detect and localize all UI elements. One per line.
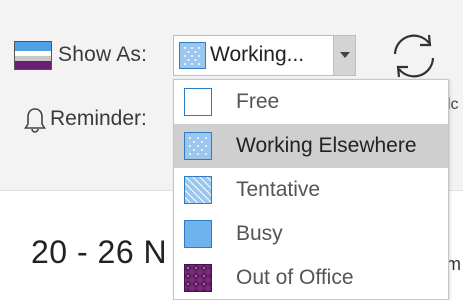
sync-icon[interactable]	[385, 27, 443, 85]
busy-swatch-icon	[184, 220, 212, 248]
show-as-dropdown[interactable]: Working...	[173, 35, 356, 76]
reminder-label: Reminder:	[50, 107, 147, 130]
working-elsewhere-swatch-icon	[184, 132, 212, 160]
menu-item-label: Tentative	[236, 178, 321, 201]
show-as-menu: Free Working Elsewhere Tentative Busy Ou…	[173, 79, 449, 300]
tentative-swatch-icon	[184, 176, 212, 204]
bell-icon	[24, 108, 46, 133]
out-of-office-swatch-icon	[184, 264, 212, 292]
menu-item-out-of-office[interactable]: Out of Office	[174, 256, 448, 300]
menu-item-busy[interactable]: Busy	[174, 212, 448, 256]
menu-item-label: Working Elsewhere	[236, 134, 417, 157]
menu-item-label: Out of Office	[236, 266, 354, 289]
menu-item-label: Busy	[236, 222, 283, 245]
calendar-date-range: 20 - 26 N	[31, 234, 168, 270]
show-as-label: Show As:	[58, 43, 148, 66]
menu-item-working-elsewhere[interactable]: Working Elsewhere	[174, 124, 448, 168]
chevron-down-icon	[340, 52, 350, 58]
free-swatch-icon	[184, 88, 212, 116]
show-as-icon	[14, 41, 52, 70]
menu-item-label: Free	[236, 90, 280, 113]
menu-item-tentative[interactable]: Tentative	[174, 168, 448, 212]
dropdown-arrow-button[interactable]	[333, 36, 355, 75]
show-as-value: Working...	[210, 43, 305, 66]
menu-item-free[interactable]: Free	[174, 80, 448, 124]
working-elsewhere-swatch-icon	[179, 42, 206, 69]
